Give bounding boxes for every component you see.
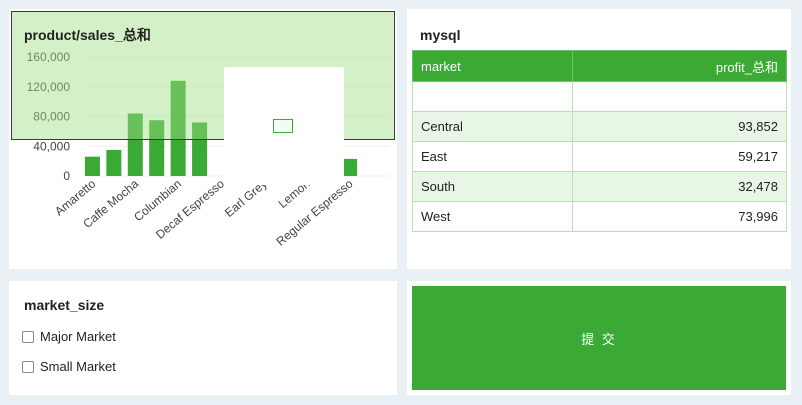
cell-profit [571,81,788,112]
checkbox-label: Small Market [40,359,116,374]
filter-panel: market_size Major Market Small Market [9,281,397,395]
column-header-profit[interactable]: profit_总和 [571,50,788,82]
data-table: market profit_总和 Central 93,852 East 59,… [412,50,788,232]
cell-market: East [412,141,573,172]
submit-panel: 提 交 [407,281,791,395]
image-placeholder [224,67,344,185]
bar[interactable] [106,149,122,176]
column-header-market[interactable]: market [412,50,573,82]
cell-profit: 32,478 [571,171,788,202]
cell-market: South [412,171,573,202]
x-tick-label: Regular Espresso [273,176,355,248]
bar[interactable] [84,156,100,176]
table-row[interactable]: West 73,996 [412,201,788,232]
checkbox-small-market[interactable]: Small Market [22,359,116,374]
checkbox-icon[interactable] [22,330,34,343]
filter-title: market_size [24,297,105,313]
cell-profit: 73,996 [571,201,788,232]
cell-profit: 93,852 [571,111,788,142]
checkbox-label: Major Market [40,329,116,344]
image-icon [273,119,293,133]
y-tick-label: 40,000 [33,139,70,153]
table-row[interactable]: East 59,217 [412,141,788,172]
table-panel: mysql market profit_总和 Central 93,852 Ea… [407,9,791,269]
checkbox-major-market[interactable]: Major Market [22,329,116,344]
table-row[interactable]: South 32,478 [412,171,788,202]
cell-market [412,81,573,112]
checkbox-icon[interactable] [22,360,34,373]
table-header-row: market profit_总和 [412,50,788,82]
table-row[interactable]: Central 93,852 [412,111,788,142]
cell-market: Central [412,111,573,142]
submit-button[interactable]: 提 交 [412,286,786,390]
table-row[interactable] [412,81,788,112]
chart-title: product/sales_总和 [24,27,151,43]
cell-market: West [412,201,573,232]
y-tick-label: 0 [63,169,70,183]
table-title: mysql [420,27,461,43]
cell-profit: 59,217 [571,141,788,172]
bar[interactable] [342,158,358,176]
chart-panel: 0 40,000 80,000 120,000 160,000 Amaretto Caffe… [9,9,397,269]
